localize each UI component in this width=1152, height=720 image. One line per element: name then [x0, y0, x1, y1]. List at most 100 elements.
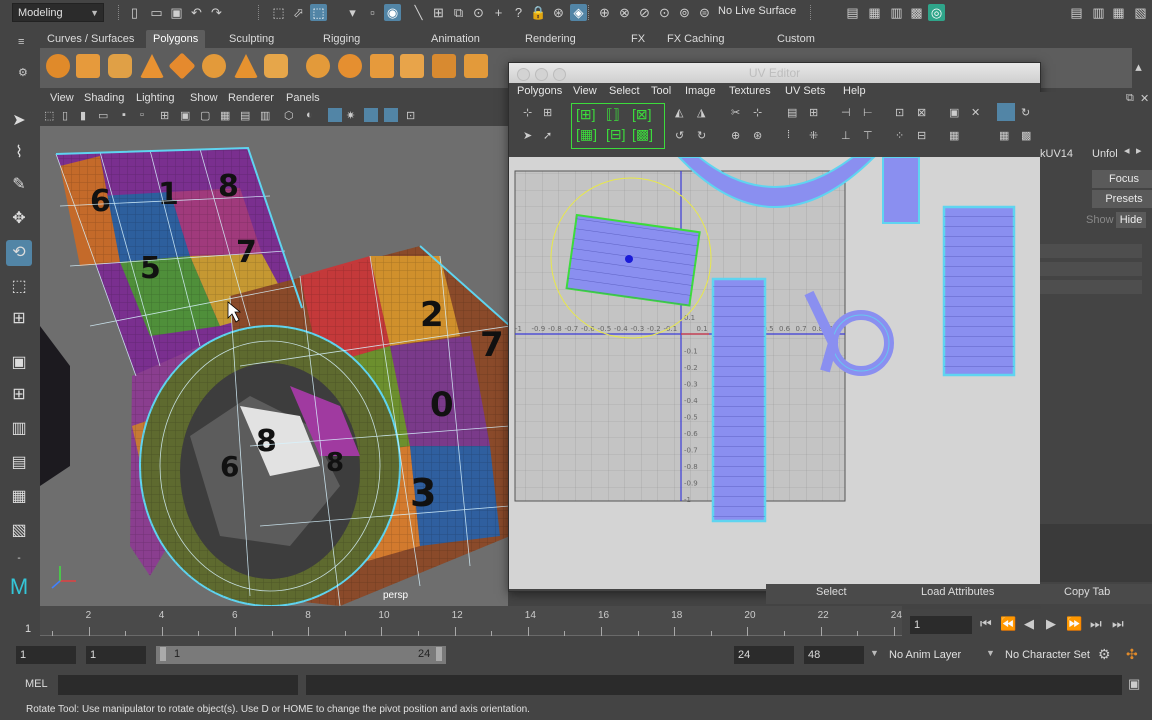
play-forward-icon[interactable]: ▶: [1046, 616, 1056, 632]
object-mode-icon[interactable]: ◉: [384, 4, 401, 21]
playback-end-field[interactable]: 24: [734, 646, 794, 664]
single-pane-icon[interactable]: ▣: [6, 350, 32, 376]
safe-action-icon[interactable]: ▤: [240, 109, 250, 122]
shelf-tab-custom[interactable]: Custom: [770, 30, 822, 48]
rotate-cw-icon[interactable]: ↻: [697, 129, 706, 142]
smooth-icon[interactable]: [400, 54, 424, 78]
uv-canvas[interactable]: -1 -0.9 -0.8 -0.7 -0.6 -0.5 -0.4 -0.3 -0.2 -0.1 0.…: [509, 157, 1040, 589]
uv-lattice-icon[interactable]: ⊞: [543, 106, 552, 119]
snap-v-icon[interactable]: ⊤: [863, 129, 873, 142]
outliner-layout-icon[interactable]: ▦: [6, 484, 32, 510]
tab-unfold[interactable]: Unfol: [1092, 148, 1118, 160]
preferences-icon[interactable]: ✣: [1126, 646, 1138, 663]
combine-icon[interactable]: [306, 54, 330, 78]
rotate-ccw-icon[interactable]: ↺: [675, 129, 684, 142]
grid-icon[interactable]: ⊞: [160, 109, 169, 122]
lock-icon[interactable]: 🔒: [530, 4, 547, 21]
live-surface-label[interactable]: No Live Surface: [718, 5, 796, 17]
uv-menu-select[interactable]: Select: [609, 85, 640, 97]
layout-uv-icon[interactable]: ▤: [787, 106, 797, 119]
uv-menu-help[interactable]: Help: [843, 85, 866, 97]
safe-title-icon[interactable]: ▥: [260, 109, 270, 122]
render-icon[interactable]: ▦: [866, 4, 883, 21]
channel-box-icon[interactable]: ▧: [1132, 4, 1149, 21]
texture-borders-icon[interactable]: ⊡: [895, 106, 904, 119]
poly-torus-icon[interactable]: [202, 54, 226, 78]
filter-image-icon[interactable]: ▦: [949, 129, 959, 142]
step-back-key-icon[interactable]: ⏪: [1000, 616, 1016, 632]
render-view-icon[interactable]: ▤: [844, 4, 861, 21]
paint-select-icon[interactable]: ✎: [6, 172, 32, 198]
presets-button[interactable]: Presets: [1092, 190, 1152, 208]
copy-tab-button[interactable]: Copy Tab: [1064, 586, 1110, 598]
range-handle-left[interactable]: [160, 647, 166, 661]
anim-layer-menu[interactable]: No Anim Layer: [889, 649, 961, 661]
uv-select-icon[interactable]: ⊹: [523, 106, 532, 119]
refresh-icon[interactable]: ↻: [1021, 106, 1030, 119]
align-bottom-icon[interactable]: [▩]: [632, 126, 653, 143]
viewport-menu-panels[interactable]: Panels: [286, 92, 320, 104]
isolate-select-icon[interactable]: ⊡: [406, 109, 415, 122]
grid-uv-icon[interactable]: ⊞: [809, 106, 818, 119]
chevron-down-icon[interactable]: ▼: [986, 648, 995, 658]
current-frame-field[interactable]: 1: [910, 616, 972, 634]
symmetry-icon[interactable]: ◈: [570, 4, 587, 21]
xray-icon[interactable]: [384, 108, 398, 122]
minimize-button[interactable]: [535, 68, 548, 81]
gate-mask-icon[interactable]: ▢: [200, 109, 210, 122]
poly-plane-icon[interactable]: [168, 52, 196, 80]
uv-menu-tool[interactable]: Tool: [651, 85, 671, 97]
undo-icon[interactable]: ↶: [188, 4, 205, 21]
shelf-tab-sculpting[interactable]: Sculpting: [222, 30, 281, 48]
separate-icon[interactable]: [338, 54, 362, 78]
viewport-menu-renderer[interactable]: Renderer: [228, 92, 274, 104]
align-middle-icon[interactable]: [⊟]: [606, 126, 626, 143]
select-component-icon[interactable]: ⬚: [310, 4, 327, 21]
viewport-menu-show[interactable]: Show: [190, 92, 218, 104]
unfold-icon[interactable]: ⁜: [809, 129, 818, 142]
display-image-icon[interactable]: ▣: [949, 106, 959, 119]
go-to-start-icon[interactable]: ⏮: [980, 616, 992, 632]
grid-toggle-icon[interactable]: ▩: [1021, 129, 1031, 142]
focus-button[interactable]: Focus: [1092, 170, 1152, 188]
uv-distortion-icon[interactable]: ⁘: [895, 129, 904, 142]
lights-icon[interactable]: ✷: [346, 109, 355, 122]
range-slider[interactable]: 1 24: [156, 646, 446, 664]
camera-lock-icon[interactable]: ▯: [62, 109, 68, 122]
align-right-icon[interactable]: [⊠]: [632, 106, 652, 123]
zoom-button[interactable]: [553, 68, 566, 81]
move-tool-icon[interactable]: ✥: [6, 206, 32, 232]
snap-grid-icon[interactable]: ⊕: [596, 4, 613, 21]
uv-menu-textures[interactable]: Textures: [729, 85, 771, 97]
soft-select-icon[interactable]: ⊛: [550, 4, 567, 21]
shade-uv-icon[interactable]: ⊠: [917, 106, 926, 119]
distribute-v-icon[interactable]: ⊢: [863, 106, 873, 119]
step-forward-key-icon[interactable]: ⏩: [1066, 616, 1082, 632]
align-center-icon[interactable]: ⟦⟧: [606, 106, 620, 123]
time-slider[interactable]: 2 4 6 8 10 12 14 16 18 20 22 24: [40, 606, 902, 636]
chevron-up-icon[interactable]: ▴: [1130, 58, 1147, 75]
isolate-uv-icon[interactable]: ⊟: [917, 129, 926, 142]
uv-editor-titlebar[interactable]: UV Editor: [509, 63, 1040, 83]
help-icon[interactable]: ?: [510, 4, 527, 21]
extract-icon[interactable]: [370, 54, 394, 78]
target-icon[interactable]: ⊙: [470, 4, 487, 21]
save-scene-icon[interactable]: ▣: [168, 4, 185, 21]
hide-button[interactable]: Hide: [1116, 212, 1146, 228]
uv-smudge-icon[interactable]: ➚: [543, 129, 552, 142]
step-forward-icon[interactable]: ⏭: [1090, 616, 1102, 632]
poly-pyramid-icon[interactable]: [234, 54, 258, 78]
auto-key-icon[interactable]: ⚙: [1098, 646, 1111, 663]
close-button[interactable]: [517, 68, 530, 81]
uv-menu-polygons[interactable]: Polygons: [517, 85, 562, 97]
gear-icon[interactable]: ⚙: [18, 66, 28, 79]
uv-menu-view[interactable]: View: [573, 85, 597, 97]
image-plane-icon[interactable]: ▭: [98, 109, 108, 122]
wireframe-icon[interactable]: ⬡: [284, 109, 294, 122]
end-time-field[interactable]: 48: [804, 646, 864, 664]
chevron-left-icon[interactable]: ◂: [1124, 144, 1130, 157]
tool-settings-icon[interactable]: ▦: [1110, 4, 1127, 21]
character-set-menu[interactable]: No Character Set: [1005, 649, 1090, 661]
select-button[interactable]: Select: [816, 586, 847, 598]
mel-input[interactable]: [58, 675, 298, 695]
